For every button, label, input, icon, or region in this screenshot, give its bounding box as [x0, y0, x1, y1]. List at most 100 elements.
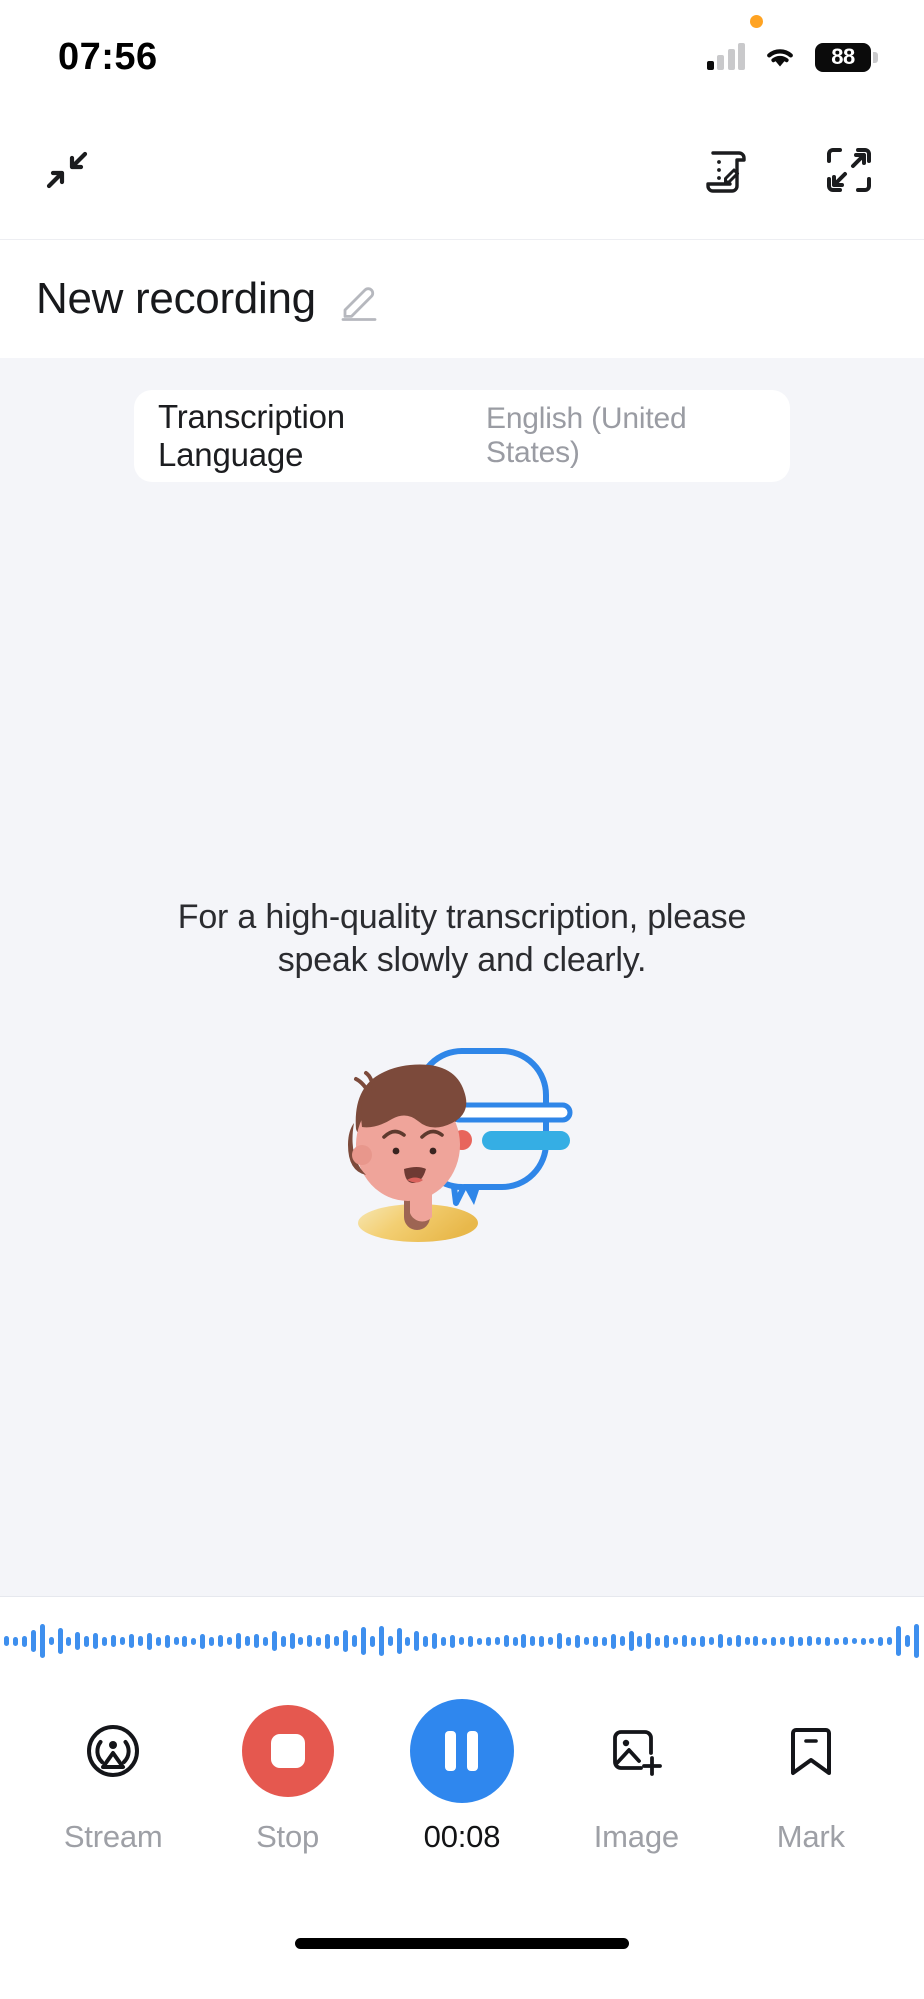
transcription-language-label: Transcription Language: [158, 398, 345, 473]
waveform-bar: [191, 1637, 197, 1645]
waveform-bar: [48, 1637, 54, 1645]
waveform-bar: [717, 1634, 723, 1648]
waveform-bar: [512, 1636, 518, 1646]
waveform-bar: [128, 1634, 134, 1648]
waveform-bar: [450, 1634, 456, 1648]
pause-icon: [409, 1699, 514, 1803]
status-bar: 07:56 88: [0, 0, 924, 100]
waveform-bar: [4, 1636, 9, 1646]
waveform-bar: [583, 1637, 589, 1645]
hint-line-2: speak slowly and clearly.: [277, 940, 647, 979]
waveform-bar: [476, 1637, 482, 1645]
broadcast-stream-icon: [82, 1699, 144, 1803]
waveform-bar: [432, 1633, 438, 1649]
waveform-bar: [896, 1626, 902, 1656]
waveform-bar: [182, 1635, 188, 1647]
hint-line-1: For a high-quality transcription, please: [177, 898, 747, 936]
waveform-bar: [646, 1633, 652, 1649]
waveform-bar: [842, 1637, 848, 1645]
waveform-bar: [833, 1637, 839, 1645]
waveform-bar: [253, 1634, 259, 1648]
stream-button[interactable]: Stream: [38, 1699, 188, 1855]
waveform-bar: [878, 1636, 884, 1646]
status-indicators: 88: [706, 14, 878, 72]
waveform-bar: [262, 1636, 268, 1646]
waveform-bar: [664, 1634, 670, 1648]
waveform-bar: [905, 1635, 911, 1647]
waveform-bar: [467, 1635, 473, 1647]
waveform-bar: [601, 1636, 607, 1646]
waveform-bar: [503, 1635, 509, 1647]
waveform-bar: [200, 1633, 206, 1649]
waveform-bar: [307, 1635, 313, 1647]
waveform-bar: [860, 1637, 866, 1645]
waveform-bar: [334, 1636, 340, 1646]
waveform-bar: [21, 1635, 27, 1647]
waveform-bar: [914, 1624, 920, 1658]
waveform-bar: [12, 1636, 18, 1646]
waveform-bar: [325, 1633, 331, 1649]
waveform-bar: [387, 1636, 393, 1646]
transcription-language-card[interactable]: Transcription Language English (United S…: [134, 390, 790, 482]
waveform-bar: [744, 1637, 750, 1645]
waveform-bar: [459, 1637, 465, 1645]
audio-waveform[interactable]: [0, 1597, 924, 1685]
stream-label: Stream: [63, 1819, 163, 1854]
waveform-bar: [343, 1630, 349, 1652]
waveform-bar: [592, 1635, 598, 1647]
waveform-bar: [280, 1635, 286, 1647]
waveform-bar: [762, 1637, 768, 1645]
collapse-arrows-icon[interactable]: [36, 139, 98, 201]
waveform-bar: [824, 1636, 830, 1646]
waveform-bar: [619, 1636, 625, 1646]
waveform-bar: [218, 1635, 224, 1647]
waveform-bar: [351, 1635, 357, 1647]
expand-fullscreen-icon[interactable]: [818, 139, 880, 201]
scroll-notes-edit-icon[interactable]: [698, 139, 760, 201]
image-button[interactable]: Image: [561, 1699, 711, 1855]
waveform-bar: [173, 1637, 179, 1645]
waveform-bar: [93, 1633, 99, 1649]
mark-button[interactable]: Mark: [736, 1699, 886, 1855]
waveform-bar: [39, 1624, 45, 1658]
wifi-icon: [767, 49, 793, 67]
waveform-bar: [119, 1637, 125, 1645]
waveform-bar: [735, 1635, 741, 1647]
cellular-signal-icon: [706, 43, 745, 70]
transcription-language-value: English (United States): [486, 402, 687, 469]
app-toolbar-right: [698, 139, 880, 201]
waveform-bar: [566, 1636, 572, 1646]
waveform-bar: [102, 1636, 108, 1646]
waveform-bar: [699, 1635, 705, 1647]
waveform-bar: [271, 1631, 277, 1651]
waveform-bar: [887, 1637, 893, 1645]
recording-controls: Stream Stop 00:08 Image Mark: [0, 1685, 924, 1907]
waveform-bar: [146, 1632, 152, 1650]
waveform-bar: [66, 1636, 72, 1646]
status-time: 07:56: [58, 35, 158, 78]
waveform-bar: [494, 1637, 500, 1645]
stop-button[interactable]: Stop: [213, 1699, 363, 1855]
waveform-bar: [690, 1636, 696, 1646]
home-indicator-bar[interactable]: [295, 1937, 629, 1949]
waveform-bar: [673, 1637, 679, 1645]
pause-button[interactable]: 00:08: [387, 1699, 537, 1855]
waveform-bar: [610, 1633, 616, 1649]
waveform-bar: [851, 1638, 857, 1644]
waveform-bar: [869, 1638, 875, 1644]
waveform-bar: [298, 1637, 304, 1645]
waveform-bar: [423, 1635, 429, 1647]
waveform-bar: [539, 1635, 545, 1647]
recording-title-row: New recording: [0, 240, 924, 358]
waveform-bar: [164, 1634, 170, 1648]
waveform-bar: [682, 1635, 688, 1647]
transcription-hint-block: For a high-quality transcription, please…: [0, 896, 924, 1243]
waveform-bar: [75, 1632, 81, 1650]
waveform-bar: [316, 1636, 322, 1646]
waveform-bar: [369, 1635, 375, 1647]
pencil-edit-icon[interactable]: [338, 281, 380, 323]
battery-icon: 88: [815, 42, 878, 72]
image-label: Image: [593, 1819, 679, 1854]
waveform-bar: [530, 1636, 536, 1646]
battery-level: 88: [831, 44, 855, 69]
